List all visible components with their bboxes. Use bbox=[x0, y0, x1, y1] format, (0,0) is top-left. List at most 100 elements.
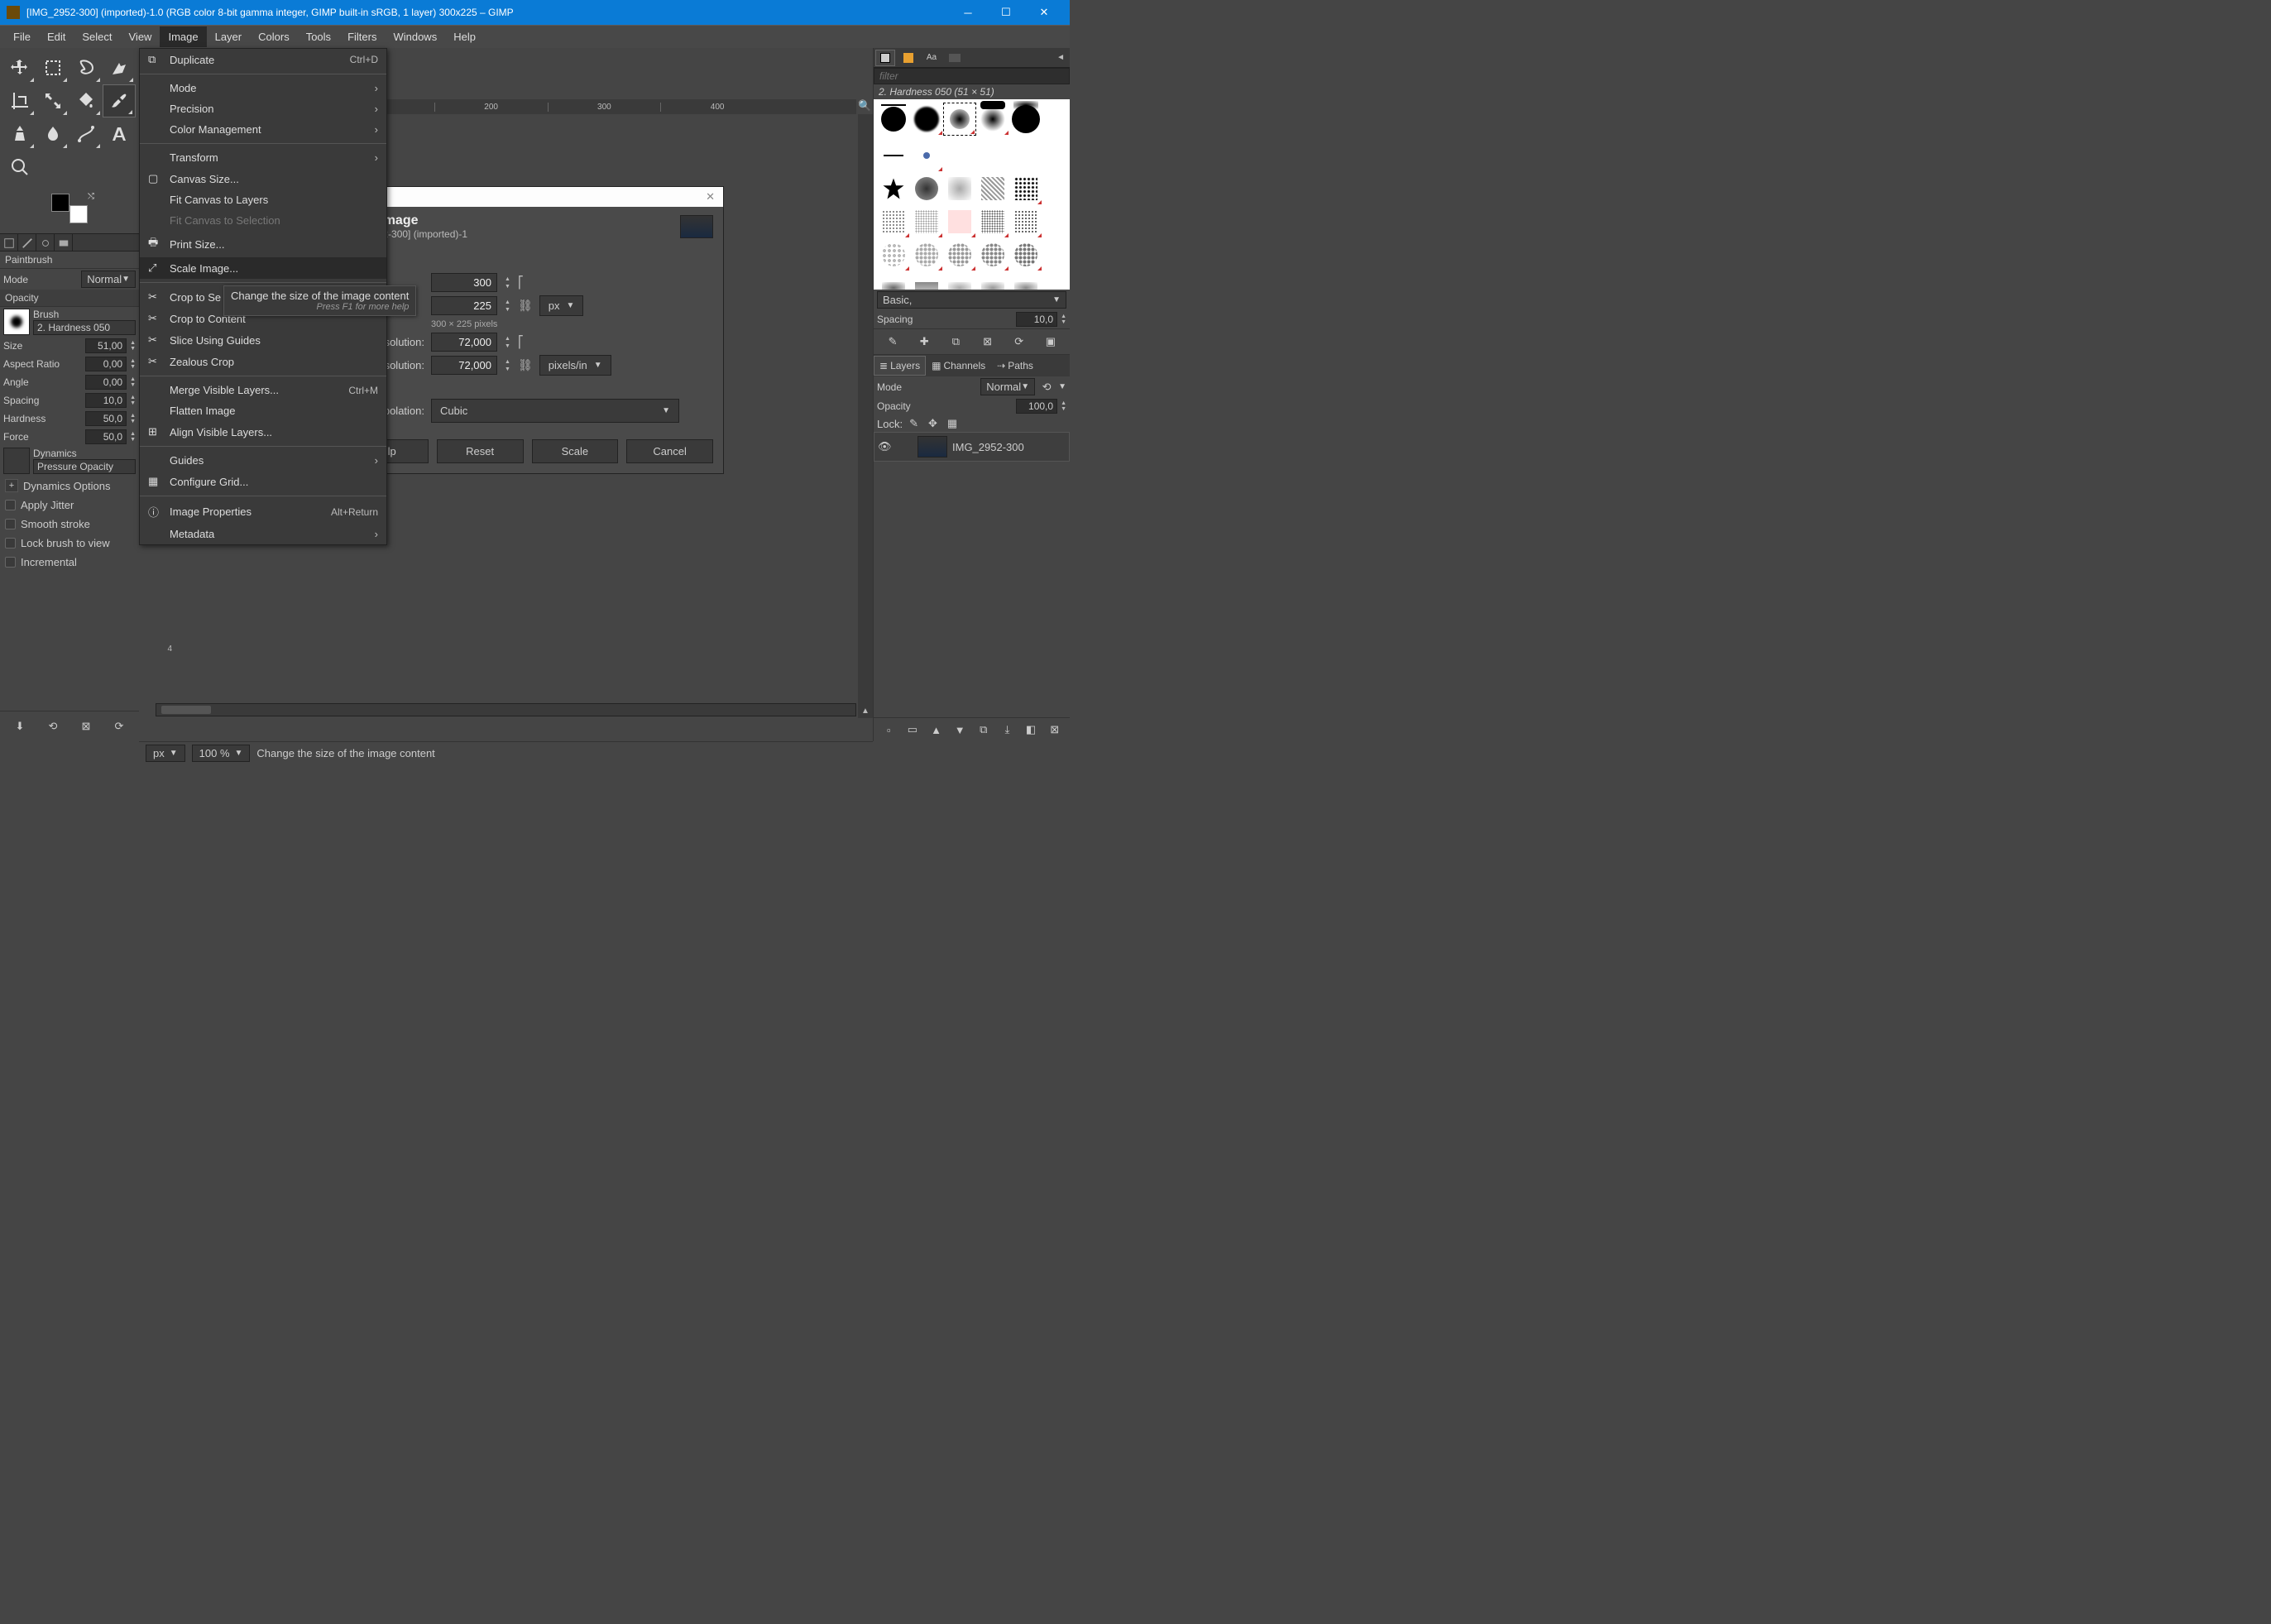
incremental-checkbox[interactable] bbox=[5, 557, 16, 568]
size-value[interactable]: 51,00 bbox=[85, 338, 127, 353]
zoom-select[interactable]: 100 %▼ bbox=[192, 745, 251, 762]
open-as-image-icon[interactable]: ▣ bbox=[1042, 333, 1060, 351]
angle-value[interactable]: 0,00 bbox=[85, 375, 127, 390]
menu-flatten[interactable]: Flatten Image bbox=[140, 400, 386, 421]
menu-windows[interactable]: Windows bbox=[385, 26, 445, 47]
paths-tab[interactable]: ⇢Paths bbox=[991, 356, 1039, 376]
menu-help[interactable]: Help bbox=[445, 26, 484, 47]
cancel-button[interactable]: Cancel bbox=[626, 439, 713, 463]
duplicate-layer-icon[interactable]: ⧉ bbox=[975, 721, 992, 738]
lock-alpha-icon[interactable]: ▦ bbox=[944, 417, 961, 430]
menu-metadata[interactable]: Metadata› bbox=[140, 524, 386, 544]
lower-layer-icon[interactable]: ▼ bbox=[951, 721, 968, 738]
xres-spinner[interactable]: ▲▼ bbox=[504, 335, 511, 350]
menu-view[interactable]: View bbox=[121, 26, 161, 47]
maximize-button[interactable]: ☐ bbox=[987, 0, 1025, 25]
brush-spacing-value[interactable]: 10,0 bbox=[1016, 312, 1057, 327]
tool-crop[interactable] bbox=[3, 84, 36, 117]
tool-bucket[interactable] bbox=[69, 84, 103, 117]
tool-text[interactable] bbox=[103, 117, 136, 151]
tool-transform[interactable] bbox=[36, 84, 69, 117]
menu-fit-canvas-layers[interactable]: Fit Canvas to Layers bbox=[140, 189, 386, 210]
layers-tab[interactable]: ≣Layers bbox=[874, 356, 926, 376]
tool-move[interactable] bbox=[3, 51, 36, 84]
new-brush-icon[interactable]: ✚ bbox=[915, 333, 933, 351]
images-tab[interactable] bbox=[55, 234, 73, 252]
tool-path[interactable] bbox=[69, 117, 103, 151]
scale-button[interactable]: Scale bbox=[532, 439, 619, 463]
width-spinner[interactable]: ▲▼ bbox=[504, 275, 511, 290]
menu-mode[interactable]: Mode› bbox=[140, 78, 386, 98]
aspect-spinner[interactable]: ▲▼ bbox=[130, 358, 136, 370]
vertical-scrollbar[interactable] bbox=[858, 114, 873, 718]
dialog-titlebar[interactable]: le Image ✕ bbox=[332, 187, 723, 207]
tool-options-tab[interactable] bbox=[0, 234, 18, 252]
menu-scale-image[interactable]: ⤢Scale Image... bbox=[140, 257, 386, 279]
tool-smudge[interactable] bbox=[36, 117, 69, 151]
reset-options-icon[interactable]: ⟳ bbox=[109, 716, 129, 736]
lock-brush-checkbox[interactable] bbox=[5, 538, 16, 549]
swap-colors-icon[interactable]: ⤭ bbox=[88, 192, 94, 201]
brush-grid[interactable] bbox=[874, 99, 1070, 290]
size-unit-select[interactable]: px▼ bbox=[539, 295, 584, 316]
layer-mode-select[interactable]: Normal▼ bbox=[980, 378, 1035, 395]
background-color[interactable] bbox=[69, 205, 88, 223]
brush-preview[interactable] bbox=[3, 309, 30, 335]
force-value[interactable]: 50,0 bbox=[85, 429, 127, 444]
yres-spinner[interactable]: ▲▼ bbox=[504, 358, 511, 373]
smooth-stroke-checkbox[interactable] bbox=[5, 519, 16, 529]
layer-thumbnail[interactable] bbox=[918, 436, 947, 457]
menu-color-management[interactable]: Color Management› bbox=[140, 119, 386, 140]
channels-tab[interactable]: ▦Channels bbox=[926, 356, 991, 376]
menu-precision[interactable]: Precision› bbox=[140, 98, 386, 119]
edit-brush-icon[interactable]: ✎ bbox=[884, 333, 902, 351]
brush-preset-select[interactable]: Basic,▼ bbox=[877, 291, 1066, 309]
menu-zealous-crop[interactable]: ✂Zealous Crop bbox=[140, 351, 386, 372]
new-group-icon[interactable]: ▭ bbox=[904, 721, 921, 738]
apply-jitter-checkbox[interactable] bbox=[5, 500, 16, 510]
device-status-tab[interactable] bbox=[18, 234, 36, 252]
navigation-icon[interactable]: ▲ bbox=[858, 703, 873, 718]
opacity-label[interactable]: Opacity bbox=[0, 290, 139, 307]
angle-spinner[interactable]: ▲▼ bbox=[130, 376, 136, 388]
restore-options-icon[interactable]: ⟲ bbox=[43, 716, 63, 736]
link-chain-icon[interactable]: ⛓ bbox=[518, 299, 533, 313]
history-tab[interactable] bbox=[945, 50, 965, 66]
delete-layer-icon[interactable]: ⊠ bbox=[1047, 721, 1063, 738]
fonts-tab[interactable]: Aa bbox=[922, 50, 941, 66]
width-input[interactable]: 300 bbox=[431, 273, 497, 292]
mode-group-icon[interactable]: ⟲ bbox=[1038, 381, 1055, 394]
dialog-close-icon[interactable]: ✕ bbox=[706, 190, 715, 204]
brushes-tab[interactable] bbox=[875, 50, 895, 66]
menu-image[interactable]: Image bbox=[160, 26, 206, 47]
tool-fuzzy-select[interactable] bbox=[103, 51, 136, 84]
menu-tools[interactable]: Tools bbox=[298, 26, 339, 47]
menu-edit[interactable]: Edit bbox=[39, 26, 74, 47]
tool-clone[interactable] bbox=[3, 117, 36, 151]
force-spinner[interactable]: ▲▼ bbox=[130, 431, 136, 443]
height-input[interactable]: 225 bbox=[431, 296, 497, 315]
menu-duplicate[interactable]: ⧉DuplicateCtrl+D bbox=[140, 49, 386, 70]
dynamics-options-label[interactable]: Dynamics Options bbox=[23, 480, 110, 492]
layer-visibility-icon[interactable]: 👁 bbox=[878, 440, 893, 453]
tool-paintbrush[interactable] bbox=[103, 84, 136, 117]
panel-menu-icon[interactable]: ◄ bbox=[1052, 53, 1070, 62]
lock-pixels-icon[interactable]: ✎ bbox=[906, 417, 922, 430]
foreground-color[interactable] bbox=[51, 194, 69, 212]
duplicate-brush-icon[interactable]: ⧉ bbox=[946, 333, 965, 351]
res-unit-select[interactable]: pixels/in▼ bbox=[539, 355, 611, 376]
menu-print-size[interactable]: 🖶Print Size... bbox=[140, 231, 386, 257]
lock-position-icon[interactable]: ✥ bbox=[925, 417, 941, 430]
menu-select[interactable]: Select bbox=[74, 26, 120, 47]
tool-free-select[interactable] bbox=[69, 51, 103, 84]
res-link-chain-icon[interactable]: ⛓ bbox=[518, 358, 533, 372]
hardness-spinner[interactable]: ▲▼ bbox=[130, 413, 136, 424]
mode-select[interactable]: Normal▼ bbox=[81, 271, 136, 288]
new-layer-icon[interactable]: ▫ bbox=[880, 721, 897, 738]
layer-opacity-value[interactable]: 100,0 bbox=[1016, 399, 1057, 414]
raise-layer-icon[interactable]: ▲ bbox=[928, 721, 945, 738]
brush-name[interactable]: 2. Hardness 050 bbox=[33, 320, 136, 335]
size-spinner[interactable]: ▲▼ bbox=[130, 340, 136, 352]
dynamics-icon[interactable] bbox=[3, 448, 30, 474]
tool-rect-select[interactable] bbox=[36, 51, 69, 84]
